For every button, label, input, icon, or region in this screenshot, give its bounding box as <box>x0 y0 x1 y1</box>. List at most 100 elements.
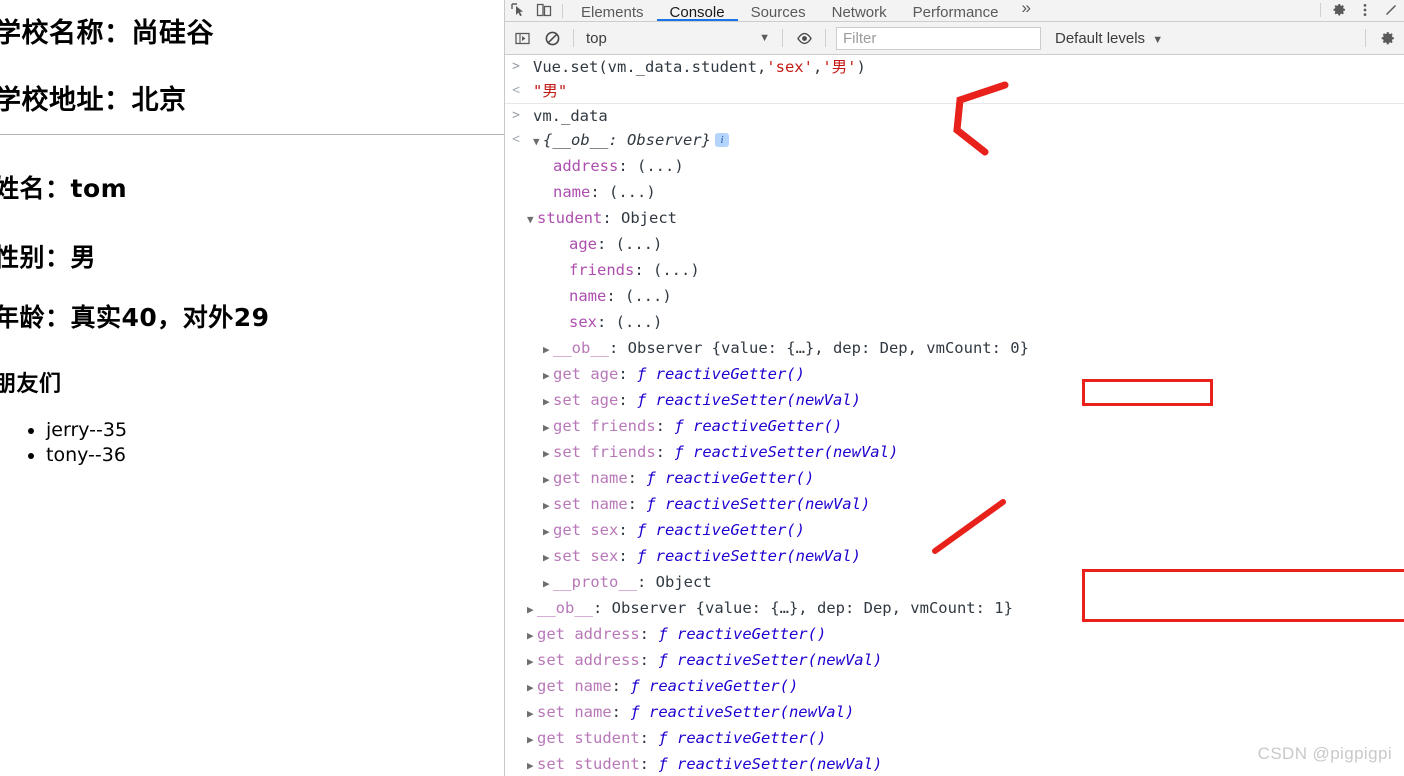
devtools-tab-strip: Elements Console Sources Network Perform… <box>505 0 1404 22</box>
expand-triangle-icon[interactable] <box>527 208 537 232</box>
console-property-row[interactable]: name: (...) <box>505 180 1404 206</box>
close-devtools-icon[interactable] <box>1378 0 1404 21</box>
section-divider <box>0 134 504 135</box>
console-settings-gear-icon[interactable] <box>1372 25 1402 51</box>
property-separator: : <box>597 235 616 253</box>
tab-network[interactable]: Network <box>819 0 900 21</box>
expand-triangle-icon[interactable] <box>543 520 553 544</box>
triangle-placeholder-icon <box>543 156 553 180</box>
expand-triangle-icon[interactable] <box>527 702 537 726</box>
input-prompt-icon: > <box>512 108 520 123</box>
triangle-placeholder-icon <box>543 182 553 206</box>
console-property-line: set sex: ƒ reactiveSetter(newVal) <box>527 544 1404 570</box>
console-property-line: get age: ƒ reactiveGetter() <box>527 362 1404 388</box>
console-toolbar: top ▼ Default levels ▼ <box>505 22 1404 55</box>
inspect-element-icon[interactable] <box>505 0 531 21</box>
log-levels-select[interactable]: Default levels ▼ <box>1055 30 1163 47</box>
console-property-row[interactable]: get age: ƒ reactiveGetter() <box>505 362 1404 388</box>
console-property-row[interactable]: address: (...) <box>505 154 1404 180</box>
expand-triangle-icon[interactable] <box>527 598 537 622</box>
execution-context-select[interactable]: top ▼ <box>580 26 776 50</box>
tab-elements[interactable]: Elements <box>568 0 657 21</box>
console-property-line: __proto__: Object <box>527 570 1404 596</box>
console-property-row[interactable]: age: (...) <box>505 232 1404 258</box>
console-property-row[interactable]: set address: ƒ reactiveSetter(newVal) <box>505 648 1404 674</box>
settings-gear-icon[interactable] <box>1326 0 1352 21</box>
console-property-row[interactable]: get name: ƒ reactiveGetter() <box>505 674 1404 700</box>
console-toolbar-right <box>1359 25 1402 51</box>
console-property-row[interactable]: get friends: ƒ reactiveGetter() <box>505 414 1404 440</box>
console-input-line-2[interactable]: > vm._data <box>505 104 1404 128</box>
property-value: ƒ reactiveSetter(newVal) <box>630 703 855 721</box>
console-property-row[interactable]: __ob__: Observer {value: {…}, dep: Dep, … <box>505 596 1404 622</box>
console-property-row[interactable]: sex: (...) <box>505 310 1404 336</box>
tab-sources[interactable]: Sources <box>738 0 819 21</box>
more-options-kebab-icon[interactable] <box>1352 0 1378 21</box>
property-value: ƒ reactiveSetter(newVal) <box>658 755 883 773</box>
console-sidebar-toggle-icon[interactable] <box>507 25 537 51</box>
console-property-row[interactable]: set sex: ƒ reactiveSetter(newVal) <box>505 544 1404 570</box>
console-object-root-line[interactable]: < {__ob__: Observer}i <box>505 128 1404 154</box>
expand-triangle-icon[interactable] <box>543 364 553 388</box>
expand-triangle-icon[interactable] <box>527 754 537 776</box>
live-expression-eye-icon[interactable] <box>789 25 819 51</box>
root-object-label: {__ob__: Observer} <box>543 131 711 149</box>
expand-triangle-icon[interactable] <box>527 650 537 674</box>
property-separator: : <box>627 495 647 513</box>
console-output[interactable]: > Vue.set(vm._data.student,'sex','男') < … <box>505 55 1404 776</box>
console-filter-input[interactable] <box>836 26 1041 50</box>
expand-triangle-icon[interactable] <box>543 338 553 362</box>
tab-performance[interactable]: Performance <box>900 0 1012 21</box>
property-separator: : <box>611 677 631 695</box>
clear-console-icon[interactable] <box>537 25 567 51</box>
console-property-row[interactable]: get name: ƒ reactiveGetter() <box>505 466 1404 492</box>
toggle-device-toolbar-icon[interactable] <box>531 0 557 21</box>
student-name-heading: 姓名：tom <box>0 174 128 203</box>
expand-triangle-icon[interactable] <box>527 676 537 700</box>
property-separator: : <box>606 287 625 305</box>
console-property-row[interactable]: set friends: ƒ reactiveSetter(newVal) <box>505 440 1404 466</box>
property-value: Observer {value: {…}, dep: Dep, vmCount:… <box>627 339 1029 357</box>
expand-triangle-icon[interactable] <box>543 416 553 440</box>
console-property-row[interactable]: __proto__: Object <box>505 570 1404 596</box>
console-property-row[interactable]: set name: ƒ reactiveSetter(newVal) <box>505 700 1404 726</box>
console-property-row[interactable]: student: Object <box>505 206 1404 232</box>
expand-triangle-icon[interactable] <box>543 442 553 466</box>
expand-triangle-icon[interactable] <box>543 468 553 492</box>
property-value: ƒ reactiveSetter(newVal) <box>658 651 883 669</box>
property-key: address <box>553 157 619 175</box>
more-tabs-chevron-icon[interactable]: » <box>1012 0 1041 21</box>
expand-triangle-icon[interactable] <box>543 390 553 414</box>
tab-console[interactable]: Console <box>656 0 738 21</box>
console-result-line: < "男" <box>505 79 1404 103</box>
console-property-row[interactable]: set name: ƒ reactiveSetter(newVal) <box>505 492 1404 518</box>
expand-triangle-icon[interactable] <box>533 130 543 154</box>
console-property-line: get friends: ƒ reactiveGetter() <box>527 414 1404 440</box>
expand-triangle-icon[interactable] <box>543 546 553 570</box>
toolbar-divider-2 <box>782 29 783 47</box>
console-input-line[interactable]: > Vue.set(vm._data.student,'sex','男') <box>505 55 1404 79</box>
console-input-expression: Vue.set(vm._data.student,'sex','男') <box>527 55 1404 79</box>
console-entry-input-2: > vm._data < {__ob__: Observer}i address… <box>505 104 1404 776</box>
console-property-row[interactable]: get address: ƒ reactiveGetter() <box>505 622 1404 648</box>
console-root-object: {__ob__: Observer}i <box>527 128 1404 154</box>
console-property-row[interactable]: friends: (...) <box>505 258 1404 284</box>
property-value: ƒ reactiveGetter() <box>658 625 827 643</box>
console-property-row[interactable]: set age: ƒ reactiveSetter(newVal) <box>505 388 1404 414</box>
expand-triangle-icon[interactable] <box>527 728 537 752</box>
console-property-row[interactable]: name: (...) <box>505 284 1404 310</box>
console-property-row[interactable]: get sex: ƒ reactiveGetter() <box>505 518 1404 544</box>
console-property-line: sex: (...) <box>527 310 1404 336</box>
property-key: sex <box>569 313 597 331</box>
console-property-row[interactable]: __ob__: Observer {value: {…}, dep: Dep, … <box>505 336 1404 362</box>
info-icon[interactable]: i <box>714 133 729 147</box>
expand-triangle-icon[interactable] <box>527 624 537 648</box>
expand-triangle-icon[interactable] <box>543 572 553 596</box>
console-property-line: address: (...) <box>527 154 1404 180</box>
triangle-placeholder-icon <box>559 312 569 336</box>
property-value: (...) <box>615 235 663 253</box>
tabstrip-actions <box>1315 0 1404 21</box>
expand-triangle-icon[interactable] <box>543 494 553 518</box>
property-key: get address <box>537 625 640 643</box>
property-key: get friends <box>553 417 656 435</box>
